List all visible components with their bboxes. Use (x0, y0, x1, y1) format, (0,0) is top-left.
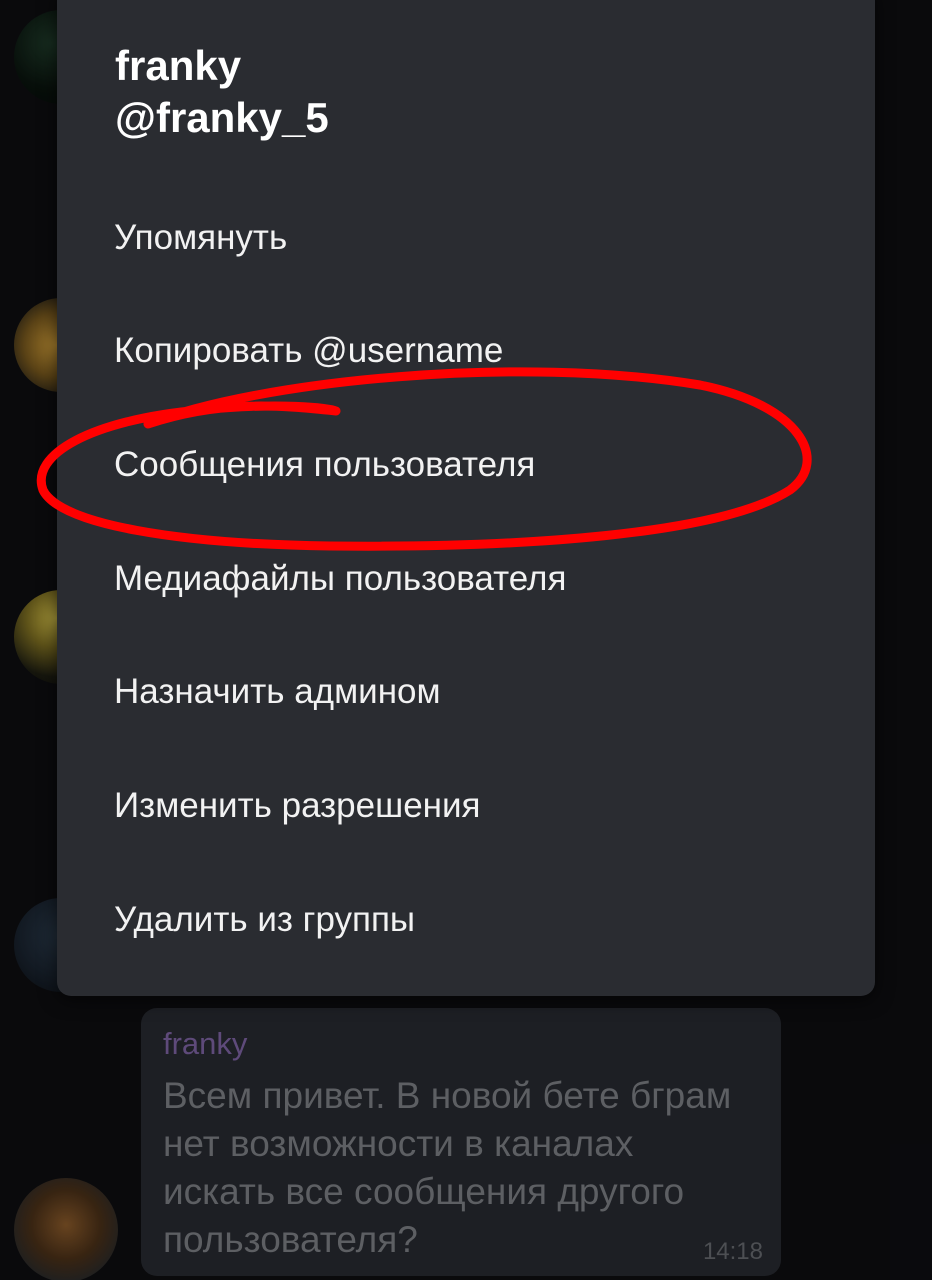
menu-item-label: Медиафайлы пользователя (114, 559, 567, 598)
chat-screen: franky Всем привет. В новой бете бграм н… (0, 0, 932, 1280)
menu-item-user-media[interactable]: Медиафайлы пользователя (57, 529, 875, 629)
menu-item-label: Изменить разрешения (114, 786, 481, 825)
message-sender[interactable]: franky (163, 1026, 247, 1062)
message-text: Всем привет. В новой бете бграм нет возм… (163, 1075, 732, 1260)
menu-item-label: Копировать @username (114, 331, 504, 370)
message-bubble[interactable]: franky Всем привет. В новой бете бграм н… (141, 1008, 781, 1276)
menu-item-user-messages[interactable]: Сообщения пользователя (57, 415, 875, 515)
menu-item-label: Назначить админом (114, 672, 441, 711)
menu-username: @franky_5 (115, 94, 329, 141)
menu-item-copy-username[interactable]: Копировать @username (57, 301, 875, 401)
menu-item-label: Удалить из группы (114, 900, 416, 939)
menu-item-mention[interactable]: Упомянуть (57, 188, 875, 288)
menu-item-make-admin[interactable]: Назначить админом (57, 642, 875, 742)
menu-display-name: franky (115, 42, 242, 89)
message-time: 14:18 (702, 1238, 763, 1265)
menu-item-label: Сообщения пользователя (114, 445, 536, 484)
menu-item-label: Упомянуть (114, 218, 288, 257)
menu-item-change-permissions[interactable]: Изменить разрешения (57, 756, 875, 856)
user-context-menu: franky @franky_5 Упомянуть Копировать @u… (57, 0, 875, 996)
menu-item-remove-from-group[interactable]: Удалить из группы (57, 870, 875, 970)
